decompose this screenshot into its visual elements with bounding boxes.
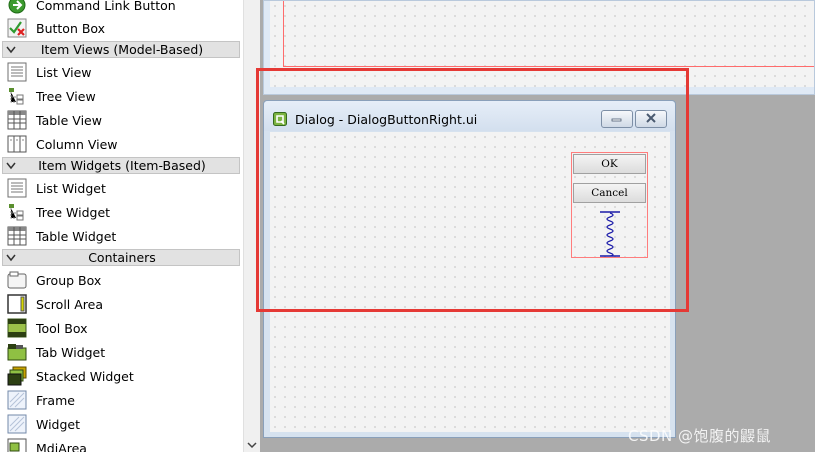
widget-item-label: Table View [36,112,102,128]
widget-item-tool-box[interactable]: Tool Box [6,316,238,340]
frame-icon [6,390,28,410]
widget-item-tree-widget[interactable]: Tree Widget [6,200,238,224]
widget-item-list-widget[interactable]: List Widget [6,176,238,200]
category-label: Item Views (Model-Based) [40,42,204,57]
widget-item-column-view[interactable]: Column View [6,132,238,156]
chevron-down-icon [3,250,19,265]
widget-item-label: Tree Widget [36,204,111,220]
table-widget-icon [6,226,28,246]
widget-box-panel: Command Link Button Button Box Item View… [0,0,243,452]
widget-item-label: MdiArea [36,440,87,452]
category-label: Item Widgets (Item-Based) [38,158,206,173]
widget-item-list-view[interactable]: List View [6,60,238,84]
chevron-down-icon [3,158,19,173]
list-view-icon [6,62,28,82]
widget-item-label: Command Link Button [36,0,176,13]
widget-item-label: List Widget [36,180,106,196]
widget-item-scroll-area[interactable]: Scroll Area [6,292,238,316]
scroll-area-icon [6,294,28,314]
category-containers[interactable]: Containers [2,249,240,266]
tree-view-icon [6,86,28,106]
widget-item-label: Column View [36,136,118,152]
category-label: Containers [88,250,156,265]
widget-item-command-link-button[interactable]: Command Link Button [6,0,238,17]
widget-item-stacked-widget[interactable]: Stacked Widget [6,364,238,388]
widget-item-label: Widget [36,416,81,432]
group-box-icon [6,270,28,290]
widget-item-label: Table Widget [36,228,117,244]
widget-item-button-box[interactable]: Button Box [6,16,238,40]
table-view-icon [6,110,28,130]
list-widget-icon [6,178,28,198]
widget-item-tree-view[interactable]: Tree View [6,84,238,108]
watermark-text: CSDN @饱腹的鼹鼠 [628,427,772,445]
widget-item-table-widget[interactable]: Table Widget [6,224,238,248]
command-link-icon [6,0,28,15]
widget-item-widget[interactable]: Widget [6,412,238,436]
widget-item-group-box[interactable]: Group Box [6,268,238,292]
widget-item-tab-widget[interactable]: Tab Widget [6,340,238,364]
widget-item-label: Group Box [36,272,102,288]
layout-border-line [283,66,814,67]
tree-widget-icon [6,202,28,222]
layout-border-line [283,1,284,67]
widget-icon [6,414,28,434]
tool-box-icon [6,318,28,338]
widget-item-frame[interactable]: Frame [6,388,238,412]
stacked-widget-icon [6,366,28,386]
widget-item-table-view[interactable]: Table View [6,108,238,132]
mdi-area-icon [6,438,28,452]
widget-item-label: List View [36,64,92,80]
widget-item-label: Tree View [36,88,96,104]
column-view-icon [6,134,28,154]
highlight-annotation-box [256,68,689,312]
category-item-views[interactable]: Item Views (Model-Based) [2,41,240,58]
scroll-down-icon[interactable] [244,438,260,452]
widget-item-label: Frame [36,392,75,408]
widget-item-label: Tab Widget [36,344,106,360]
widget-item-label: Tool Box [36,320,88,336]
button-box-icon [6,18,28,38]
chevron-down-icon [3,42,19,57]
tab-widget-icon [6,342,28,362]
category-item-widgets[interactable]: Item Widgets (Item-Based) [2,157,240,174]
widget-item-label: Scroll Area [36,296,104,312]
widget-item-mdi-area[interactable]: MdiArea [6,436,238,452]
widget-item-label: Button Box [36,20,106,36]
widget-item-label: Stacked Widget [36,368,134,384]
